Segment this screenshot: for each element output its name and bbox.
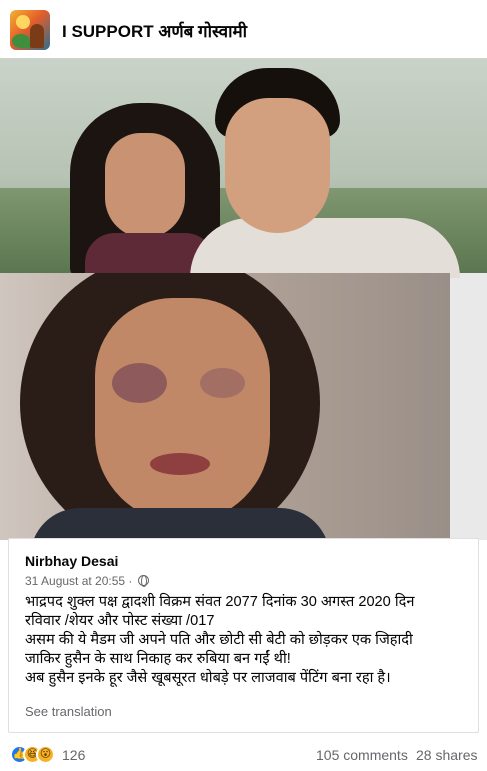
post-text-line: जाकिर हुसैन के साथ निकाह कर रुबिया बन गई… (25, 651, 291, 667)
post-text-line: भाद्रपद शुक्ल पक्ष द्वादशी विक्रम संवत 2… (25, 594, 415, 610)
post-photo[interactable] (0, 58, 487, 540)
photo-lips (150, 453, 210, 475)
photo-face (95, 298, 270, 523)
photo-shirt (30, 508, 330, 540)
reaction-count[interactable]: 126 (62, 747, 85, 763)
post-text-line: रविवार /शेयर और पोस्ट संख्या /017 (25, 613, 215, 629)
shares-count[interactable]: 28 shares (416, 747, 477, 763)
post-timestamp[interactable]: 31 August at 20:55 · (25, 574, 132, 588)
globe-icon (137, 575, 149, 587)
post-header: I SUPPORT अर्णब गोस्वामी (0, 0, 487, 64)
see-translation-link[interactable]: See translation (25, 704, 112, 719)
photo-man-shirt (190, 218, 460, 278)
reactions-bar: 👍 😆 😮 126 105 comments 28 shares (0, 740, 487, 771)
post-author-name[interactable]: Nirbhay Desai (25, 553, 118, 569)
injured-woman-photo (0, 273, 450, 540)
couple-photo (0, 58, 487, 278)
wow-icon: 😮 (36, 745, 55, 764)
post-meta: 31 August at 20:55 · (25, 574, 149, 588)
comments-count[interactable]: 105 comments (316, 747, 408, 763)
post-content-card: Nirbhay Desai 31 August at 20:55 · भाद्र… (8, 538, 479, 733)
post-body: भाद्रपद शुक्ल पक्ष द्वादशी विक्रम संवत 2… (25, 593, 470, 688)
photo-woman-face (105, 133, 185, 238)
photo-bruise (112, 363, 167, 403)
avatar-figure-shape (30, 24, 44, 48)
photo-bruise-secondary (200, 368, 245, 398)
photo-man-face (225, 98, 330, 233)
group-avatar-icon[interactable] (10, 10, 50, 50)
post-text-line: अब हुसैन इनके हूर जैसे खूबसूरत धोबड़े पर… (25, 670, 391, 686)
group-title[interactable]: I SUPPORT अर्णब गोस्वामी (62, 19, 247, 42)
avatar-leaf-shape (12, 34, 30, 48)
post-text-line: असम की ये मैडम जी अपने पति और छोटी सी बे… (25, 632, 413, 648)
avatar-sun-shape (16, 15, 30, 29)
